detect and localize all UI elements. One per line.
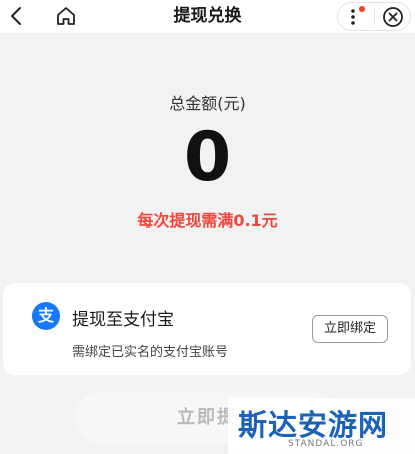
capsule-menu: [337, 2, 411, 31]
alipay-card-title: 提现至支付宝: [72, 310, 174, 330]
total-amount-value: 0: [183, 118, 232, 197]
alipay-card: 支 提现至支付宝 需绑定已实名的支付宝账号 立即绑定: [3, 283, 411, 375]
watermark-logo-text: 斯达安游网: [238, 408, 389, 442]
top-bar: 提现兑换: [0, 0, 415, 33]
capsule-divider: [374, 9, 375, 25]
alipay-icon: 支: [32, 302, 60, 330]
total-amount-label: 总金额(元): [169, 94, 246, 113]
more-vertical-icon[interactable]: [341, 5, 369, 29]
bind-alipay-button[interactable]: 立即绑定: [312, 315, 388, 343]
site-watermark: 斯达安游网 STANDAL.ORG: [228, 398, 415, 454]
alipay-card-subtitle: 需绑定已实名的支付宝账号: [72, 345, 229, 360]
notification-dot: [359, 6, 365, 12]
minimum-withdraw-hint: 每次提现需满0.1元: [137, 211, 278, 230]
home-icon[interactable]: [55, 5, 77, 27]
close-circle-icon[interactable]: [382, 6, 404, 28]
chevron-left-icon[interactable]: [6, 5, 28, 27]
watermark-domain: STANDAL.ORG: [288, 439, 364, 449]
